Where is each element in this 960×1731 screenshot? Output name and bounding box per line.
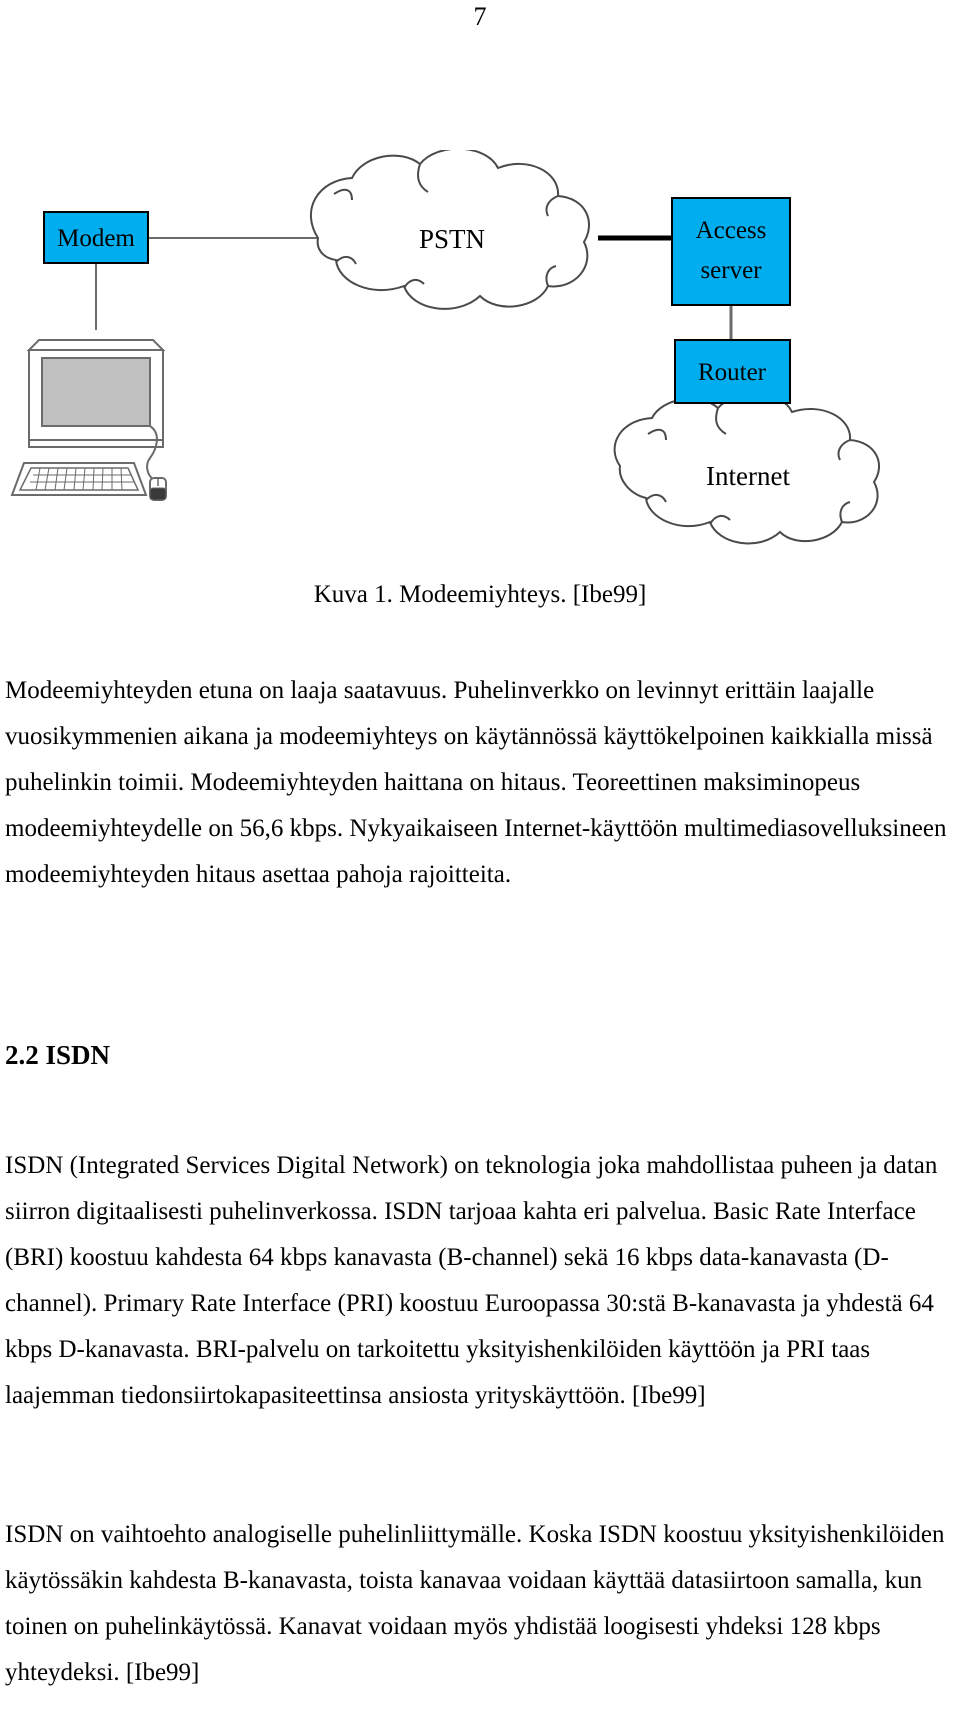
desktop-computer-icon — [10, 339, 167, 501]
paragraph-1: Modeemiyhteyden etuna on laaja saatavuus… — [5, 677, 947, 888]
paragraph-2: ISDN (Integrated Services Digital Networ… — [5, 1152, 938, 1409]
figure-caption: Kuva 1. Modeemiyhteys. [Ibe99] — [313, 581, 647, 608]
node-modem-label: Modem — [57, 225, 135, 252]
paragraph-3: ISDN on vaihtoehto analogiselle puhelinl… — [5, 1521, 945, 1686]
mouse-icon — [149, 477, 167, 501]
heading-2-2-isdn: 2.2 ISDN — [5, 1040, 111, 1070]
node-access-server: Access server — [671, 197, 791, 306]
cloud-internet: Internet — [613, 393, 880, 545]
node-router-label: Router — [698, 359, 767, 386]
page-number: 7 — [473, 2, 487, 31]
network-diagram-figure: PSTN Internet Modem Access server Router — [0, 150, 960, 560]
node-access-server-label-line1: Access — [696, 217, 767, 244]
body-paragraph-3-container: ISDN on vaihtoehto analogiselle puhelinl… — [5, 1512, 955, 1696]
node-modem: Modem — [43, 211, 149, 264]
section-heading-container: 2.2 ISDN — [5, 1032, 955, 1078]
body-paragraph-2-container: ISDN (Integrated Services Digital Networ… — [5, 1143, 955, 1419]
cloud-pstn-label: PSTN — [419, 224, 485, 254]
body-paragraph-1-container: Modeemiyhteyden etuna on laaja saatavuus… — [5, 668, 955, 898]
cloud-pstn: PSTN — [309, 150, 590, 310]
node-access-server-label-line2: server — [700, 257, 762, 284]
node-router: Router — [674, 339, 791, 404]
cloud-internet-label: Internet — [706, 461, 790, 491]
